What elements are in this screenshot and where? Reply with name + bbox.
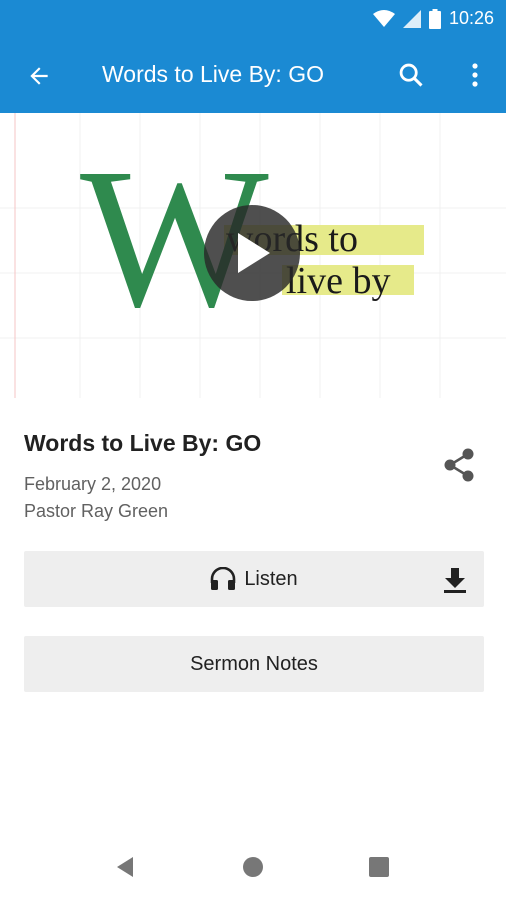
share-button[interactable] — [440, 446, 478, 484]
app-bar: Words to Live By: GO — [0, 37, 506, 113]
headphones-icon — [211, 567, 236, 590]
download-button[interactable] — [440, 565, 470, 595]
nav-home-button[interactable] — [236, 850, 270, 884]
search-button[interactable] — [394, 58, 428, 92]
back-arrow-icon — [30, 67, 48, 85]
listen-content: Listen — [24, 551, 484, 607]
play-button[interactable] — [204, 205, 300, 301]
sermon-date: February 2, 2020 — [24, 474, 162, 494]
download-icon — [444, 568, 466, 593]
sermon-title: Words to Live By: GO — [24, 430, 262, 456]
status-time: 10:26 — [448, 8, 494, 28]
nav-recents-button[interactable] — [362, 850, 396, 884]
app-bar-title: Words to Live By: GO — [102, 61, 324, 87]
listen-button[interactable]: Listen — [24, 551, 484, 607]
cell-signal-icon — [402, 9, 421, 28]
nav-home-icon — [243, 857, 263, 877]
nav-back-button[interactable] — [108, 850, 142, 884]
share-icon — [444, 448, 474, 482]
sermon-video-thumbnail[interactable]: W words to live by — [0, 113, 506, 398]
sermon-speaker: Pastor Ray Green — [24, 501, 169, 521]
wifi-icon — [372, 9, 395, 27]
more-vertical-icon — [472, 63, 478, 87]
nav-recents-icon — [369, 857, 389, 877]
logo-line-2: live by — [286, 260, 390, 302]
more-options-button[interactable] — [460, 58, 490, 92]
sermon-notes-content: Sermon Notes — [24, 636, 484, 692]
search-icon — [399, 63, 423, 87]
back-button[interactable] — [22, 59, 56, 93]
status-icons: 10:26 — [372, 0, 494, 37]
play-icon — [238, 233, 270, 273]
sermon-notes-label: Sermon Notes — [190, 652, 318, 675]
sermon-notes-button[interactable]: Sermon Notes — [24, 636, 484, 692]
status-bar: 10:26 — [0, 0, 506, 37]
listen-label: Listen — [244, 567, 298, 590]
battery-icon — [428, 8, 441, 29]
system-nav-bar — [0, 832, 506, 900]
nav-back-icon — [117, 857, 133, 877]
